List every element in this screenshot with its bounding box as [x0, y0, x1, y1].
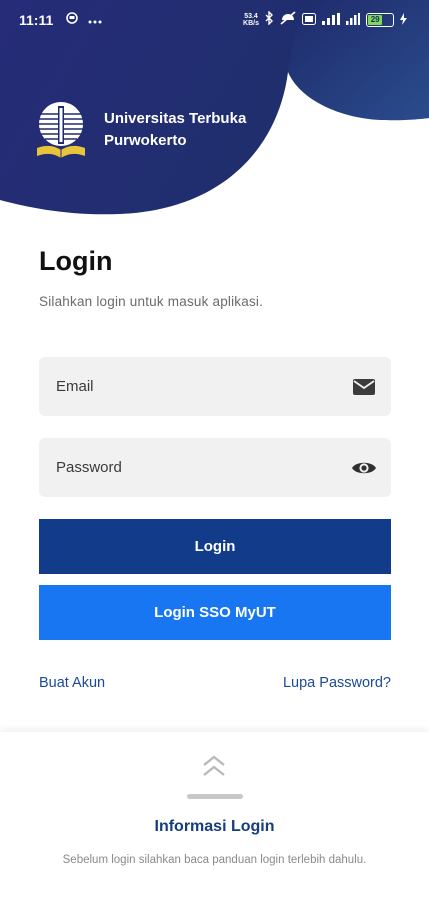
forgot-password-link[interactable]: Lupa Password?	[283, 675, 391, 691]
brand-name: Universitas Terbuka Purwokerto	[104, 108, 246, 152]
mute-icon	[280, 11, 296, 28]
signal-icon	[322, 12, 340, 28]
info-bottom-sheet[interactable]: Informasi Login Sebelum login silahkan b…	[0, 732, 429, 900]
status-bar: 11:11 53.4 KB/s 29	[0, 0, 429, 40]
signal-2-icon	[346, 12, 360, 28]
status-right-icons: 53.4 KB/s 29	[243, 10, 407, 28]
charging-icon	[400, 12, 407, 28]
brand-line-2: Purwokerto	[104, 132, 187, 149]
brand-line-1: Universitas Terbuka	[104, 110, 247, 127]
battery-icon: 29	[366, 12, 394, 27]
brand: Universitas Terbuka Purwokerto	[35, 100, 246, 160]
password-field-container	[39, 438, 391, 497]
info-title: Informasi Login	[154, 818, 275, 835]
page-title: Login	[39, 246, 113, 276]
status-time: 11:11	[19, 12, 54, 28]
login-button[interactable]: Login	[39, 519, 391, 574]
email-field[interactable]	[39, 357, 391, 416]
info-description: Sebelum login silahkan baca panduan logi…	[62, 854, 367, 866]
email-field-container	[39, 357, 391, 416]
page-subtitle: Silahkan login untuk masuk aplikasi.	[39, 294, 264, 309]
university-logo-icon	[37, 102, 85, 158]
eye-icon[interactable]	[351, 455, 377, 481]
double-chevron-up-icon[interactable]	[201, 754, 227, 778]
drag-handle[interactable]	[187, 794, 243, 799]
register-link[interactable]: Buat Akun	[39, 675, 105, 691]
password-field[interactable]	[39, 438, 391, 497]
login-sso-button[interactable]: Login SSO MyUT	[39, 585, 391, 640]
notification-icon	[66, 11, 78, 27]
more-icon	[88, 11, 102, 27]
volte-icon	[302, 12, 316, 28]
mail-icon	[353, 379, 375, 395]
battery-level: 29	[368, 14, 383, 25]
status-left-icons	[66, 11, 102, 27]
network-speed: 53.4 KB/s	[243, 12, 259, 27]
bluetooth-icon	[265, 10, 274, 28]
